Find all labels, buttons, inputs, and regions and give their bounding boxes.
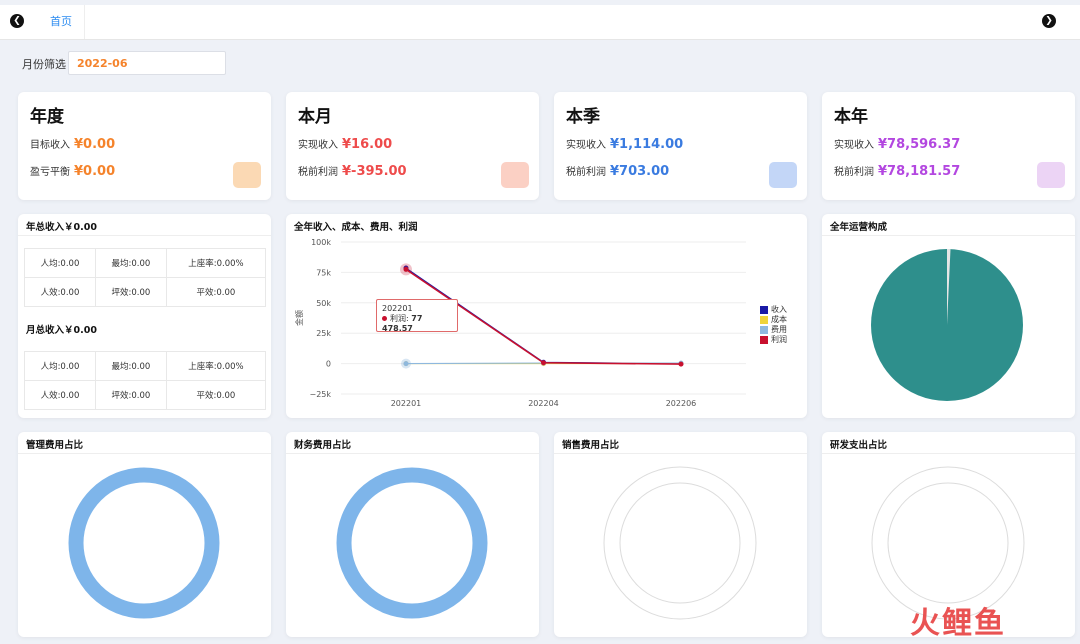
income-stats-panel: 年总收入￥0.00 人均:0.00 最均:0.00 上座率:0.00% 人效:0.0… xyxy=(18,214,271,418)
kpi-value: ¥703.00 xyxy=(610,164,670,179)
tab-home[interactable]: 首页 xyxy=(38,5,85,39)
kpi-row: 税前利润 ¥703.00 xyxy=(566,164,670,179)
x-tick-label: 202206 xyxy=(666,399,697,408)
y-tick-label: 75k xyxy=(316,268,331,277)
trend-up-icon xyxy=(501,162,529,188)
kpi-title: 本年 xyxy=(834,107,868,127)
hover-highlight xyxy=(400,263,412,276)
x-tick-label: 202201 xyxy=(391,399,422,408)
kpi-value: ¥0.00 xyxy=(74,164,116,179)
year-income-title: 年总收入￥0.00 xyxy=(26,222,97,233)
calendar-icon xyxy=(233,162,261,188)
month-filter-input[interactable]: 2022-06 xyxy=(68,51,226,75)
composition-panel: 全年运营构成 xyxy=(822,214,1075,418)
x-tick-label: 202204 xyxy=(528,399,559,408)
kpi-value: ¥-395.00 xyxy=(342,164,407,179)
top-tab-bar: ❮ 首页 ❯ xyxy=(0,5,1080,40)
kpi-row: 税前利润 ¥-395.00 xyxy=(298,164,407,179)
kpi-card-year-total: 本年 实现收入 ¥78,596.37 税前利润 ¥78,181.57 xyxy=(822,92,1075,200)
watermark-logo: 火鲤鱼 xyxy=(910,606,1006,641)
chart-legend: 收入 成本 费用 利润 xyxy=(760,305,787,345)
ring-filled xyxy=(336,467,488,619)
kpi-row: 盈亏平衡 ¥0.00 xyxy=(30,164,116,179)
ring-outer xyxy=(871,466,1025,620)
scroll-right-icon[interactable]: ❯ xyxy=(1042,14,1056,28)
ring-outer xyxy=(603,466,757,620)
kpi-card-year: 年度 目标收入 ¥0.00 盈亏平衡 ¥0.00 xyxy=(18,92,271,200)
month-stats-table: 人均:0.00 最均:0.00 上座率:0.00% 人效:0.00 坪效:0.00 平效… xyxy=(24,351,267,410)
kpi-value: ¥16.00 xyxy=(342,137,393,152)
data-point xyxy=(678,361,684,367)
kpi-title: 本季 xyxy=(566,107,600,127)
line-chart: 100k 75k 50k 25k 0 −25k 金额 202201 202204 202206 xyxy=(294,238,746,408)
kpi-card-month: 本月 实现收入 ¥16.00 税前利润 ¥-395.00 xyxy=(286,92,539,200)
kpi-value: ¥78,181.57 xyxy=(878,164,961,179)
hover-highlight xyxy=(401,358,411,369)
kpi-row: 实现收入 ¥16.00 xyxy=(298,137,393,152)
kpi-row: 实现收入 ¥78,596.37 xyxy=(834,137,961,152)
mgmt-expense-panel: 管理费用占比 xyxy=(18,432,271,637)
chart-tooltip: 202201 利润: 77 478.57 xyxy=(376,299,458,333)
kpi-value: ¥78,596.37 xyxy=(878,137,961,152)
wallet-icon xyxy=(769,162,797,188)
year-stats-table: 人均:0.00 最均:0.00 上座率:0.00% 人效:0.00 坪效:0.00 平效… xyxy=(24,248,267,307)
y-axis-label: 金额 xyxy=(294,310,304,326)
legend-item: 收入 xyxy=(760,305,787,315)
kpi-title: 年度 xyxy=(30,107,64,127)
composition-pie xyxy=(871,249,1023,401)
y-tick-label: 100k xyxy=(311,238,331,247)
finance-ring-chart xyxy=(336,467,488,619)
month-filter-label: 月份筛选 xyxy=(22,58,66,71)
y-tick-label: 50k xyxy=(316,299,331,308)
kpi-row: 目标收入 ¥0.00 xyxy=(30,137,116,152)
scroll-left-icon[interactable]: ❮ xyxy=(10,14,24,28)
y-tick-label: 0 xyxy=(326,360,331,369)
kpi-card-quarter: 本季 实现收入 ¥1,114.00 税前利润 ¥703.00 xyxy=(554,92,807,200)
ring-inner xyxy=(887,482,1009,604)
finance-expense-panel: 财务费用占比 xyxy=(286,432,539,637)
kpi-value: ¥0.00 xyxy=(74,137,116,152)
sales-expense-panel: 销售费用占比 xyxy=(554,432,807,637)
kpi-value: ¥1,114.00 xyxy=(610,137,684,152)
ring-inner xyxy=(619,482,741,604)
legend-item: 费用 xyxy=(760,325,787,335)
month-income-title: 月总收入￥0.00 xyxy=(26,325,97,336)
sales-ring-chart xyxy=(603,466,757,620)
legend-item: 成本 xyxy=(760,315,787,325)
kpi-row: 税前利润 ¥78,181.57 xyxy=(834,164,961,179)
mgmt-ring-chart xyxy=(68,467,220,619)
kpi-title: 本月 xyxy=(298,107,332,127)
ring-filled xyxy=(68,467,220,619)
y-tick-label: −25k xyxy=(309,390,331,399)
data-point xyxy=(541,360,546,366)
legend-item: 利润 xyxy=(760,335,787,345)
y-tick-label: 25k xyxy=(316,329,331,338)
line-chart-panel: 全年收入、成本、费用、利润 100k 75k 50k 25k 0 −25k 金额 202201… xyxy=(286,214,807,418)
kpi-row: 实现收入 ¥1,114.00 xyxy=(566,137,684,152)
hand-coin-icon xyxy=(1037,162,1065,188)
